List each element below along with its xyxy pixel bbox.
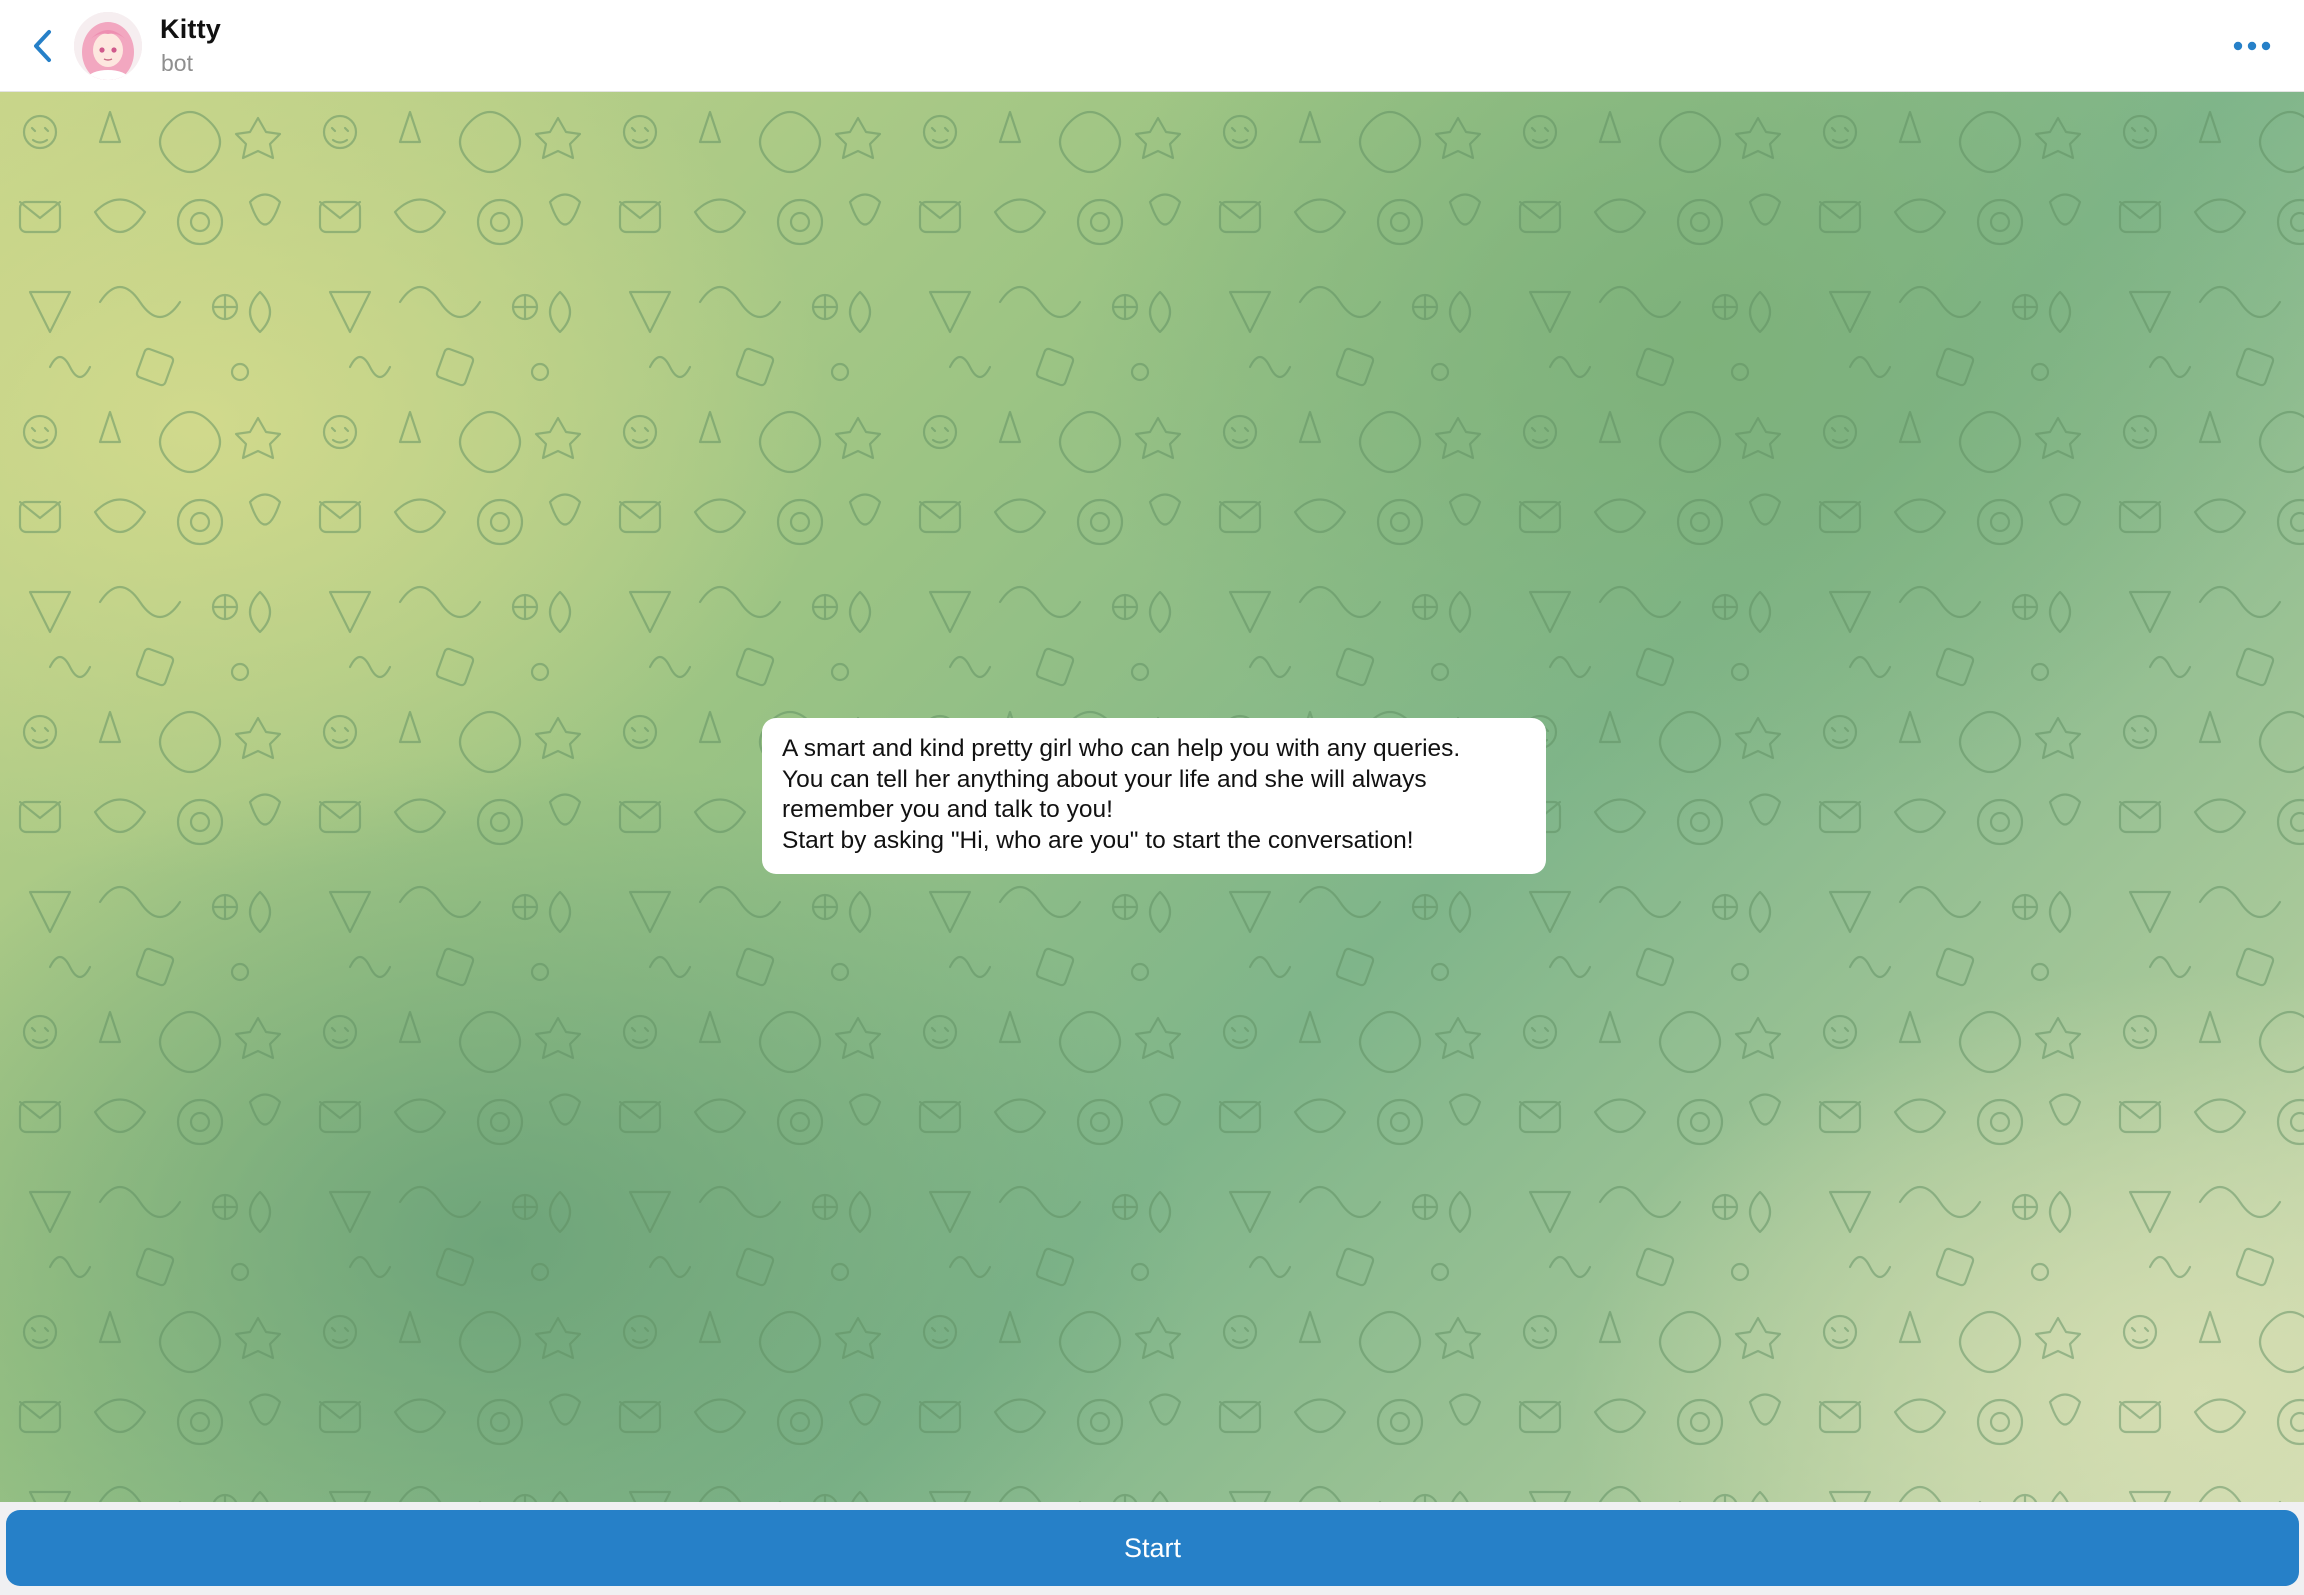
chevron-left-icon: [34, 30, 51, 62]
intro-line: A smart and kind pretty girl who can hel…: [782, 735, 1461, 762]
bottom-bar: Start: [0, 1502, 2304, 1595]
chat-area[interactable]: A smart and kind pretty girl who can hel…: [0, 92, 2304, 1502]
avatar[interactable]: [74, 12, 142, 80]
more-options-button[interactable]: [2222, 24, 2282, 68]
start-button[interactable]: Start: [6, 1510, 2299, 1586]
chat-title: Kitty: [160, 14, 221, 44]
intro-line: You can tell her anything about your lif…: [782, 765, 1427, 793]
chat-window: Kitty bot A smart and kind pretty girl w…: [0, 0, 2304, 1595]
bot-intro-message: A smart and kind pretty girl who can hel…: [762, 718, 1546, 874]
chat-header: Kitty bot: [0, 0, 2304, 92]
back-button[interactable]: [18, 18, 68, 74]
more-horizontal-icon: [2233, 41, 2271, 51]
anime-girl-avatar-icon: [74, 12, 142, 80]
chat-subtitle: bot: [161, 50, 193, 76]
intro-line: Start by asking "Hi, who are you" to sta…: [782, 826, 1414, 854]
intro-line: remember you and talk to you!: [782, 796, 1113, 823]
